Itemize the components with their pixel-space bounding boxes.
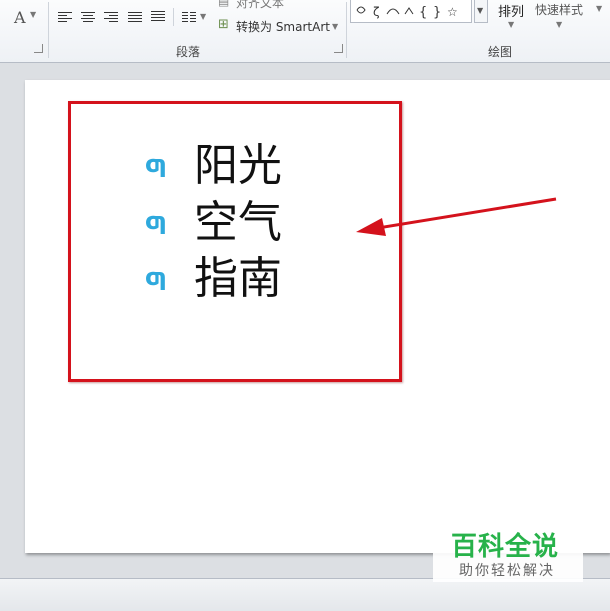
chevron-down-icon[interactable]: ▼	[30, 10, 36, 19]
convert-to-smartart-button[interactable]: 转换为 SmartArt	[236, 18, 330, 35]
group-divider	[346, 2, 347, 58]
font-dialog-launcher-icon[interactable]	[34, 44, 43, 53]
paragraph-dialog-launcher-icon[interactable]	[334, 44, 343, 53]
group-divider	[48, 2, 49, 58]
drawing-group-label: 绘图	[488, 45, 513, 59]
watermark-subtitle: 助你轻松解决	[459, 563, 555, 579]
align-right-icon[interactable]	[104, 12, 118, 22]
shapes-gallery-more-button[interactable]: ▼	[474, 0, 488, 23]
shapes-gallery-icons: ζ { } ☆	[356, 5, 458, 20]
bullet-icon: ƣ	[145, 263, 167, 291]
bullet-text[interactable]: 空气	[194, 197, 282, 249]
shapes-gallery[interactable]: ζ { } ☆	[350, 0, 472, 23]
align-text-button[interactable]: 对齐文本	[236, 0, 284, 11]
chevron-down-icon[interactable]: ▼	[596, 4, 602, 13]
bullet-icon: ƣ	[145, 150, 167, 178]
ribbon: A ▼ ▼ ▤ 对齐文本 ⊞ 转换为 SmartArt ▼ 段落 ζ {} ☆…	[0, 0, 610, 63]
arrange-button[interactable]: 排列	[498, 1, 524, 20]
chevron-down-icon[interactable]: ▼	[556, 20, 562, 29]
bullet-text[interactable]: 指南	[194, 253, 282, 305]
align-center-icon[interactable]	[81, 12, 95, 22]
align-left-icon[interactable]	[58, 12, 72, 22]
toolbar-separator	[173, 8, 174, 26]
font-color-button[interactable]: A	[14, 8, 26, 27]
chevron-down-icon[interactable]: ▼	[200, 12, 206, 21]
watermark: 百科全说 助你轻松解决	[433, 522, 583, 582]
svg-text:{: {	[419, 5, 427, 20]
svg-text:}: }	[433, 5, 441, 20]
chevron-down-icon[interactable]: ▼	[508, 20, 514, 29]
svg-text:☆: ☆	[447, 5, 458, 19]
quick-styles-button[interactable]: 快速样式	[535, 1, 583, 18]
chevron-down-icon[interactable]: ▼	[332, 22, 338, 31]
watermark-title: 百科全说	[451, 532, 560, 562]
svg-text:ζ: ζ	[373, 5, 380, 19]
align-text-icon: ▤	[218, 0, 230, 8]
justify-icon[interactable]	[128, 12, 142, 22]
bullet-text[interactable]: 阳光	[194, 140, 282, 192]
paragraph-group-label: 段落	[176, 45, 201, 59]
chevron-down-icon: ▼	[477, 6, 484, 15]
status-bar	[0, 578, 610, 611]
smartart-icon: ⊞	[218, 17, 229, 32]
bullet-icon: ƣ	[145, 207, 167, 235]
distributed-icon[interactable]	[151, 11, 165, 21]
